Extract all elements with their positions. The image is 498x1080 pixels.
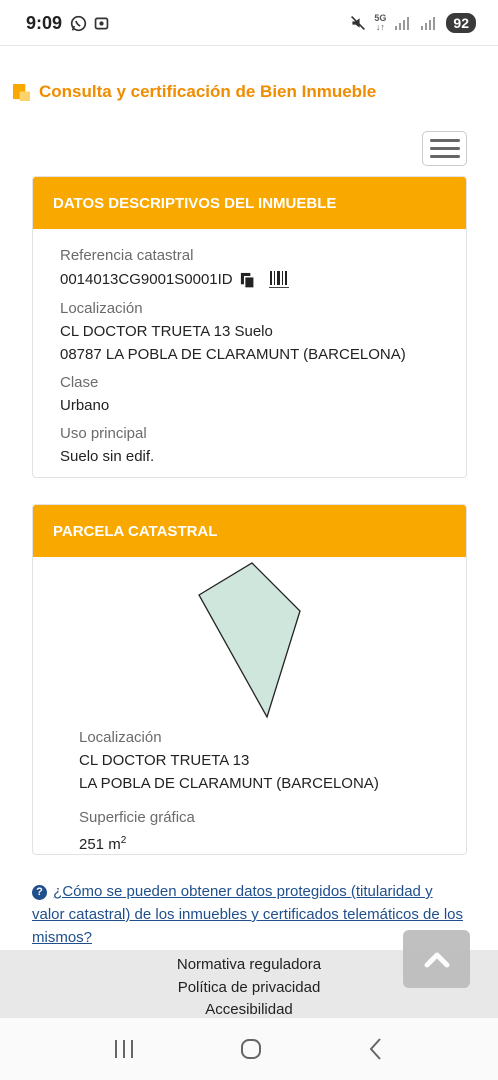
clase-value: Urbano bbox=[60, 397, 110, 414]
ref-catastral-value: 0014013CG9001S0001ID bbox=[60, 271, 233, 288]
uso-value: Suelo sin edif. bbox=[60, 448, 155, 465]
superficie-value-row: 251 m2 bbox=[79, 832, 379, 854]
menu-button[interactable] bbox=[422, 131, 467, 166]
parcel-shape[interactable] bbox=[193, 557, 303, 722]
battery-level: 92 bbox=[446, 13, 476, 33]
barcode-icon[interactable] bbox=[268, 270, 290, 290]
parcela-body: Localización CL DOCTOR TRUETA 13 LA POBL… bbox=[33, 557, 466, 854]
header-divider bbox=[0, 45, 498, 46]
uso-label: Uso principal bbox=[60, 425, 147, 442]
signal-icon-2 bbox=[421, 17, 436, 30]
superficie-value: 251 m bbox=[79, 836, 121, 853]
datos-descriptivos-header: DATOS DESCRIPTIVOS DEL INMUEBLE bbox=[33, 177, 466, 229]
status-right-icons: 5G ↓↑ 92 bbox=[350, 13, 476, 33]
localizacion-label: Localización bbox=[60, 300, 143, 317]
copy-icon[interactable] bbox=[239, 272, 256, 289]
clase-label: Clase bbox=[60, 374, 99, 391]
page-title-text: Consulta y certificación de Bien Inmuebl… bbox=[39, 82, 377, 101]
home-icon[interactable] bbox=[239, 1037, 263, 1061]
page-title: Consulta y certificación de Bien Inmuebl… bbox=[12, 82, 376, 102]
parcela-catastral-header: PARCELA CATASTRAL bbox=[33, 505, 466, 557]
parcela-localizacion-label: Localización bbox=[79, 729, 162, 746]
hamburger-icon-line bbox=[429, 147, 460, 150]
datos-protegidos-link-text[interactable]: ¿Cómo se pueden obtener datos protegidos… bbox=[32, 883, 463, 946]
localizacion-line1: CL DOCTOR TRUETA 13 Suelo bbox=[60, 323, 273, 340]
scroll-to-top-button[interactable] bbox=[403, 930, 470, 988]
parcela-localizacion-line1: CL DOCTOR TRUETA 13 bbox=[79, 752, 250, 769]
document-icon bbox=[12, 83, 31, 101]
datos-descriptivos-body: Referencia catastral 0014013CG9001S0001I… bbox=[33, 229, 466, 477]
parcela-localizacion-line2: LA POBLA DE CLARAMUNT (BARCELONA) bbox=[79, 775, 379, 792]
hamburger-icon-line bbox=[429, 155, 460, 158]
superficie-unit-exponent: 2 bbox=[120, 835, 127, 846]
back-icon[interactable] bbox=[366, 1037, 386, 1061]
question-icon: ? bbox=[32, 885, 47, 900]
signal-icon bbox=[395, 17, 410, 30]
parcela-fields: Localización CL DOCTOR TRUETA 13 LA POBL… bbox=[79, 719, 379, 854]
mute-icon bbox=[351, 16, 366, 30]
ref-catastral-row: 0014013CG9001S0001ID bbox=[60, 270, 439, 290]
android-nav-bar bbox=[0, 1018, 498, 1080]
localizacion-line2: 08787 LA POBLA DE CLARAMUNT (BARCELONA) bbox=[60, 346, 406, 363]
superficie-label: Superficie gráfica bbox=[79, 809, 195, 826]
parcela-catastral-card: PARCELA CATASTRAL Localización CL DOCTOR… bbox=[32, 504, 467, 855]
datos-descriptivos-card: DATOS DESCRIPTIVOS DEL INMUEBLE Referenc… bbox=[32, 176, 467, 478]
status-time: 9:09 bbox=[26, 12, 63, 33]
ref-catastral-label: Referencia catastral bbox=[60, 247, 194, 264]
hamburger-icon-line bbox=[429, 139, 460, 142]
status-left-icons bbox=[70, 15, 110, 32]
recent-apps-icon[interactable] bbox=[112, 1038, 136, 1060]
whatsapp-icon bbox=[70, 15, 87, 31]
network-indicator: 5G ↓↑ bbox=[374, 13, 387, 32]
status-bar: 9:09 5G ↓↑ 92 bbox=[0, 0, 498, 46]
screenshot-icon bbox=[94, 17, 109, 29]
chevron-up-icon bbox=[424, 952, 449, 968]
parcel-polygon bbox=[198, 562, 301, 719]
